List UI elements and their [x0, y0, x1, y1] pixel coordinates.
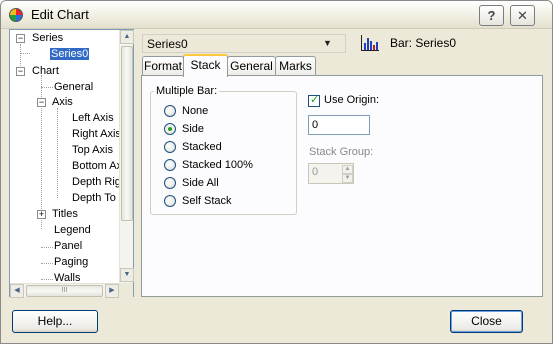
tree-item-titles[interactable]: Titles [52, 207, 78, 222]
tree-item-left-axis[interactable]: Left Axis [72, 111, 114, 126]
radio-self-stack-label: Self Stack [182, 195, 232, 207]
radio-self-stack-button[interactable] [164, 195, 176, 207]
tree-item-bottom-axis[interactable]: Bottom Ax [72, 159, 122, 174]
tree-connector [20, 53, 30, 54]
multiple-bar-label: Multiple Bar: [154, 85, 220, 97]
tree-connector [57, 108, 58, 198]
window-title: Edit Chart [31, 7, 89, 22]
series-dropdown[interactable]: Series0 ▼ [142, 34, 346, 53]
tree-item-panel[interactable]: Panel [54, 239, 82, 254]
scroll-right-icon[interactable]: ▶ [105, 284, 119, 298]
tree-connector [41, 87, 53, 88]
radio-stacked-100-button[interactable] [164, 159, 176, 171]
tree-item-depth-right-axis[interactable]: Depth Rig [72, 175, 121, 190]
tree-item-top-axis[interactable]: Top Axis [72, 143, 113, 158]
spin-down-icon[interactable]: ▼ [342, 174, 353, 183]
tree-connector [41, 279, 53, 280]
tab-marks[interactable]: Marks [275, 56, 316, 76]
help-button[interactable]: Help... [12, 310, 98, 333]
title-bar[interactable]: Edit Chart ? ✕ [1, 1, 552, 29]
stack-group-label: Stack Group: [309, 146, 374, 158]
use-origin-label[interactable]: Use Origin: [324, 94, 379, 106]
scroll-up-icon[interactable]: ▲ [120, 30, 134, 44]
tree-panel[interactable]: − Series Series0 − Chart General − Axis … [9, 29, 134, 298]
tree-item-general[interactable]: General [54, 80, 93, 95]
tree-item-series0[interactable]: Series0 [50, 47, 90, 62]
origin-value-field[interactable]: 0 [308, 115, 370, 135]
radio-stacked-label: Stacked [182, 141, 222, 153]
expand-titles-icon[interactable]: + [37, 210, 46, 219]
collapse-chart-icon[interactable]: − [16, 67, 25, 76]
tree-item-chart[interactable]: Chart [32, 64, 59, 79]
series-dropdown-value: Series0 [147, 37, 188, 51]
tree-item-paging[interactable]: Paging [54, 255, 88, 270]
multiple-bar-group: None Side Stacked Stacked 100% Side All … [150, 91, 297, 215]
tab-general[interactable]: General [227, 56, 276, 76]
radio-side-all-button[interactable] [164, 177, 176, 189]
tree-vertical-scrollbar[interactable]: ▲ ▼ [119, 30, 134, 283]
spin-up-icon[interactable]: ▲ [342, 165, 353, 174]
radio-none-label: None [182, 105, 209, 117]
tree-connector [41, 247, 53, 248]
tree-connector [41, 263, 53, 264]
horizontal-scroll-thumb[interactable]: III [26, 285, 103, 297]
close-title-button[interactable]: ✕ [510, 5, 535, 26]
scroll-left-icon[interactable]: ◀ [10, 284, 24, 298]
tree-item-right-axis[interactable]: Right Axis [72, 127, 121, 142]
radio-stacked-100-label: Stacked 100% [182, 159, 253, 171]
collapse-axis-icon[interactable]: − [37, 98, 46, 107]
radio-side-label: Side [182, 123, 205, 135]
use-origin-checkbox[interactable] [308, 93, 320, 107]
app-icon [9, 8, 23, 22]
tree-horizontal-scrollbar[interactable]: ◀ III ▶ [10, 283, 119, 298]
stack-group-spinner[interactable]: 0 ▲ ▼ [308, 163, 354, 184]
edit-chart-window: Edit Chart ? ✕ − Series Series0 − Chart … [0, 0, 553, 344]
tab-stack[interactable]: Stack [183, 54, 228, 77]
collapse-series-icon[interactable]: − [16, 34, 25, 43]
tab-format[interactable]: Format [142, 56, 184, 76]
stack-tab-panel: Multiple Bar: None Side Stacked Stacked … [141, 75, 543, 297]
dropdown-arrow-icon[interactable]: ▼ [312, 36, 343, 51]
radio-none-button[interactable] [164, 105, 176, 117]
scrollbar-corner [119, 283, 133, 297]
radio-stacked-button[interactable] [164, 141, 176, 153]
help-title-button[interactable]: ? [479, 5, 504, 26]
tree-item-depth-top-axis[interactable]: Depth To [72, 191, 116, 206]
stack-group-value: 0 [312, 166, 319, 178]
radio-side-all-label: Side All [182, 177, 219, 189]
scroll-down-icon[interactable]: ▼ [120, 268, 134, 282]
vertical-scroll-thumb[interactable] [121, 46, 133, 221]
tree-item-series[interactable]: Series [32, 31, 63, 46]
series-type-label: Bar: Series0 [390, 36, 457, 50]
tree-item-axis[interactable]: Axis [52, 95, 73, 110]
bar-series-icon [361, 35, 379, 51]
radio-side-button[interactable] [164, 123, 176, 135]
tree-item-legend[interactable]: Legend [54, 223, 91, 238]
close-button[interactable]: Close [450, 310, 523, 333]
